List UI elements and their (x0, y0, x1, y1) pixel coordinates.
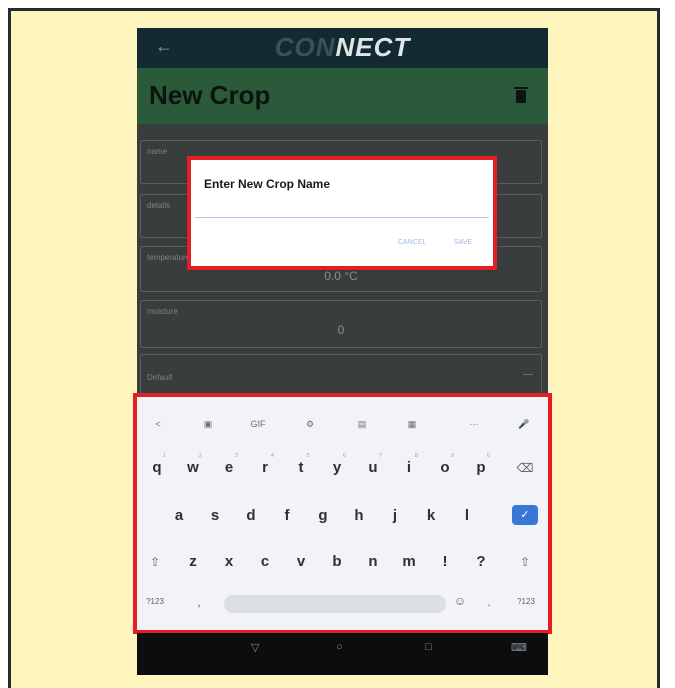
microphone-icon[interactable]: 🎤 (515, 419, 533, 430)
key-s[interactable]: s (203, 507, 227, 524)
hint-0: 0 (487, 453, 490, 459)
moisture-field[interactable]: moisture 0 (140, 300, 542, 348)
key-period[interactable]: . (477, 595, 501, 609)
key-y[interactable]: y (325, 459, 349, 476)
key-h[interactable]: h (347, 507, 371, 524)
key-c[interactable]: c (253, 553, 277, 570)
key-z[interactable]: z (181, 553, 205, 570)
key-f[interactable]: f (275, 507, 299, 524)
nav-back-icon[interactable]: ▽ (251, 641, 259, 654)
key-w[interactable]: w (181, 459, 205, 476)
symbols-left-button[interactable]: ?123 (141, 597, 169, 606)
moisture-value: 0 (337, 323, 345, 337)
sticker-icon[interactable]: ▣ (199, 419, 217, 430)
dialog-title: Enter New Crop Name (204, 177, 331, 191)
details-field-label: details (147, 201, 171, 210)
soft-keyboard: < ▣ GIF ⚙ ▤ ▦ ··· 🎤 q w e r t y u i o p … (133, 393, 552, 634)
hint-4: 4 (271, 453, 274, 459)
key-l[interactable]: l (455, 507, 479, 524)
temperature-value: 0.0 °C (324, 269, 358, 283)
more-icon[interactable]: ··· (465, 419, 483, 429)
temperature-field-label: temperature (147, 253, 191, 262)
key-j[interactable]: j (383, 507, 407, 524)
translate-icon[interactable]: ▤ (353, 419, 371, 430)
key-d[interactable]: d (239, 507, 263, 524)
nav-home-icon[interactable]: ○ (336, 641, 343, 653)
title-bar: New Crop (137, 68, 548, 124)
symbols-right-button[interactable]: ?123 (509, 597, 543, 606)
new-crop-dialog: Enter New Crop Name CANCEL SAVE (187, 156, 497, 270)
hint-6: 6 (343, 453, 346, 459)
backspace-icon[interactable]: ⌫ (513, 461, 537, 475)
key-k[interactable]: k (419, 507, 443, 524)
key-t[interactable]: t (289, 459, 313, 476)
hint-2: 2 (199, 453, 202, 459)
key-question[interactable]: ? (469, 553, 493, 570)
key-v[interactable]: v (289, 553, 313, 570)
delete-icon[interactable] (514, 87, 528, 103)
enter-button[interactable]: ✓ (512, 505, 538, 525)
logo-part1: CON (274, 32, 336, 62)
key-i[interactable]: i (397, 459, 421, 476)
key-o[interactable]: o (433, 459, 457, 476)
hint-5: 5 (307, 453, 310, 459)
app-header: ← CONNECT (137, 28, 548, 68)
default-dropdown-label: Default (147, 373, 173, 382)
logo-part2: NECT (335, 32, 411, 62)
gif-button[interactable]: GIF (249, 419, 267, 429)
navigation-bar: ▽ ○ □ ⌨ (137, 633, 548, 675)
nav-keyboard-icon[interactable]: ⌨ (511, 641, 527, 654)
key-m[interactable]: m (397, 553, 421, 570)
key-x[interactable]: x (217, 553, 241, 570)
emoji-icon[interactable]: ☺ (448, 594, 472, 608)
page-title: New Crop (149, 80, 271, 110)
key-u[interactable]: u (361, 459, 385, 476)
key-g[interactable]: g (311, 507, 335, 524)
moisture-field-label: moisture (147, 307, 178, 316)
hint-8: 8 (415, 453, 418, 459)
key-p[interactable]: p (469, 459, 493, 476)
key-e[interactable]: e (217, 459, 241, 476)
key-a[interactable]: a (167, 507, 191, 524)
shift-left-icon[interactable]: ⇧ (143, 555, 167, 569)
key-r[interactable]: r (253, 459, 277, 476)
key-exclamation[interactable]: ! (433, 553, 457, 570)
hint-7: 7 (379, 453, 382, 459)
hint-9: 9 (451, 453, 454, 459)
hint-3: 3 (235, 453, 238, 459)
save-button[interactable]: SAVE (454, 239, 472, 246)
cancel-button[interactable]: CANCEL (398, 239, 426, 246)
key-b[interactable]: b (325, 553, 349, 570)
name-field-label: name (147, 147, 168, 156)
toolbar-collapse-icon[interactable]: < (149, 419, 167, 429)
connect-logo: CONNECT (137, 32, 548, 63)
default-dropdown[interactable]: Default — (140, 354, 542, 398)
hint-1: 1 (163, 453, 166, 459)
key-q[interactable]: q (145, 459, 169, 476)
shift-right-icon[interactable]: ⇧ (513, 555, 537, 569)
key-comma[interactable]: , (187, 595, 211, 609)
crop-name-input[interactable] (195, 207, 489, 218)
gear-icon[interactable]: ⚙ (301, 419, 319, 430)
nav-recents-icon[interactable]: □ (425, 641, 432, 653)
chevron-down-icon: — (523, 369, 533, 380)
key-n[interactable]: n (361, 553, 385, 570)
clipboard-icon[interactable]: ▦ (403, 419, 421, 430)
space-bar[interactable] (224, 595, 446, 613)
